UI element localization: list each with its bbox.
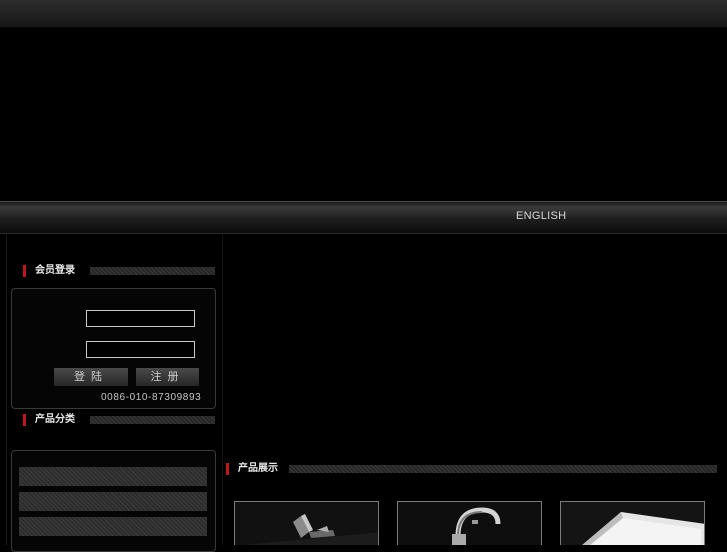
category-panel: [11, 450, 216, 552]
basin-image: [561, 502, 704, 545]
member-login-title: 会员登录: [35, 265, 75, 276]
faucet-image: [235, 502, 378, 545]
category-item[interactable]: [19, 517, 207, 536]
section-marker: [23, 414, 26, 426]
faucet-image: [398, 502, 541, 545]
product-display-header: 产品展示: [226, 463, 717, 477]
category-item[interactable]: [19, 492, 207, 511]
password-field[interactable]: [86, 341, 195, 358]
header-stripe: [289, 465, 717, 473]
phone-number: 0086-010-87309893: [101, 392, 202, 403]
banner: [0, 28, 727, 201]
section-marker: [226, 463, 229, 475]
section-marker: [23, 265, 26, 277]
english-link[interactable]: ENGLISH: [516, 210, 566, 222]
product-category-title: 产品分类: [35, 414, 75, 425]
product-category-header: 产品分类: [23, 414, 215, 428]
nav-bar: ENGLISH: [0, 201, 727, 234]
login-panel: 登陆 注册 0086-010-87309893: [11, 288, 216, 409]
member-login-header: 会员登录: [23, 265, 215, 279]
username-field[interactable]: [86, 310, 195, 327]
product-thumbnail[interactable]: [234, 501, 379, 545]
top-bar: [0, 0, 727, 28]
product-display-title: 产品展示: [238, 463, 278, 474]
product-thumbnail[interactable]: [397, 501, 542, 545]
register-button[interactable]: 注册: [136, 368, 199, 386]
product-thumbnail[interactable]: [560, 501, 705, 545]
header-stripe: [90, 416, 215, 424]
header-stripe: [90, 267, 215, 275]
login-button[interactable]: 登陆: [54, 368, 128, 386]
category-item[interactable]: [19, 467, 207, 486]
